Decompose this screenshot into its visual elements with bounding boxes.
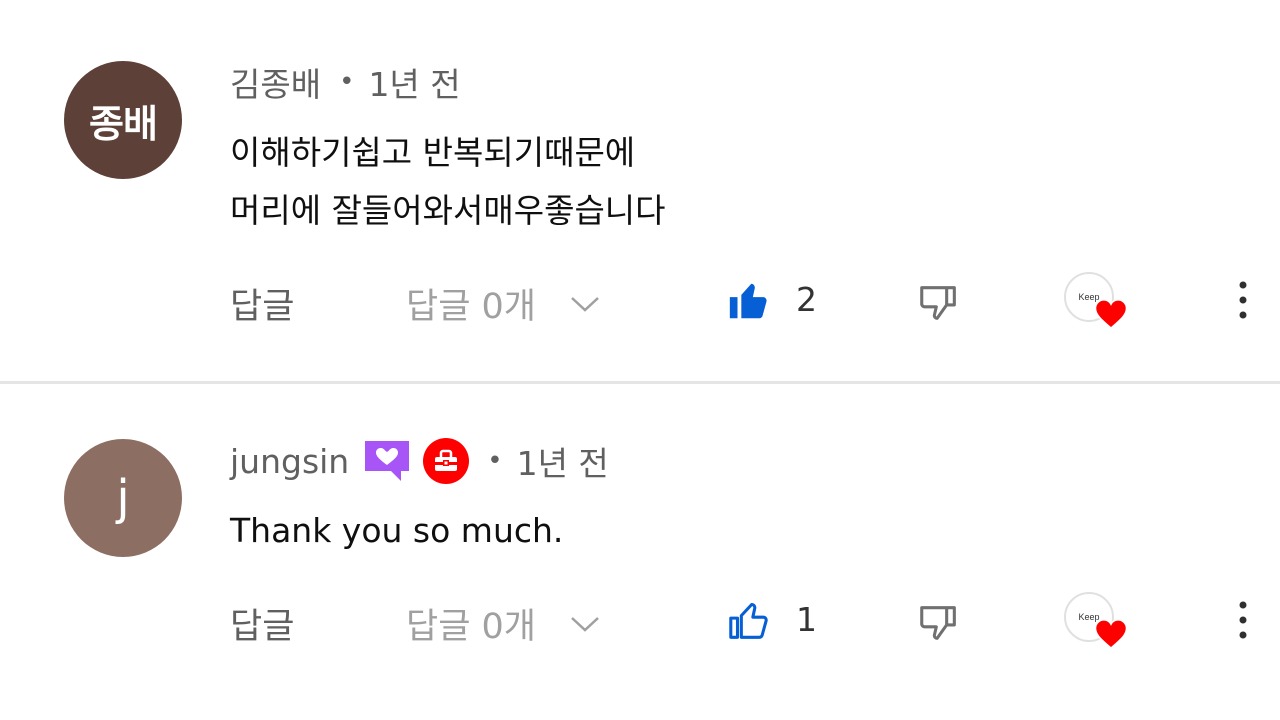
comment-header: 김종배 • 1년 전 bbox=[230, 60, 461, 104]
comment-line: 이해하기쉽고 반복되기때문에 bbox=[230, 133, 636, 172]
heart-icon bbox=[1094, 618, 1128, 650]
avatar[interactable]: 종배 bbox=[64, 61, 182, 179]
gift-icon bbox=[435, 449, 458, 471]
comment-thread: 종배 김종배 • 1년 전 이해하기쉽고 반복되기때문에 머리에 잘들어와서매우… bbox=[0, 0, 1280, 380]
thumb-down-icon[interactable] bbox=[916, 280, 962, 326]
gift-badge-icon[interactable] bbox=[423, 438, 470, 484]
reply-button[interactable]: 답글 bbox=[230, 598, 294, 649]
replies-count-label: 답글 0개 bbox=[406, 607, 536, 647]
creator-heart: Keep bbox=[1064, 272, 1130, 334]
comment-header: jungsin • 1년 전 bbox=[230, 437, 609, 485]
like-count: 2 bbox=[796, 280, 817, 319]
more-vert-icon[interactable] bbox=[1226, 276, 1260, 324]
creator-heart: Keep bbox=[1064, 592, 1130, 654]
chevron-down-icon bbox=[571, 296, 599, 312]
avatar[interactable]: j bbox=[64, 439, 182, 557]
separator: • bbox=[487, 446, 503, 476]
published-time[interactable]: 1년 전 bbox=[517, 437, 609, 485]
member-badge-icon[interactable] bbox=[365, 441, 410, 481]
replies-count-label: 답글 0개 bbox=[406, 287, 536, 327]
heart-icon bbox=[1094, 298, 1128, 330]
comment-text: 이해하기쉽고 반복되기때문에 머리에 잘들어와서매우좋습니다 bbox=[230, 124, 666, 240]
action-toolbar: 답글 답글 0개 2 Keep bbox=[0, 270, 1280, 330]
thumb-down-icon[interactable] bbox=[916, 600, 962, 646]
more-vert-icon[interactable] bbox=[1226, 596, 1260, 644]
reply-button[interactable]: 답글 bbox=[230, 278, 294, 329]
view-replies-button[interactable]: 답글 0개 bbox=[406, 278, 600, 329]
like-count: 1 bbox=[796, 600, 817, 639]
divider bbox=[0, 381, 1280, 384]
comment-line: Thank you so much. bbox=[230, 511, 564, 550]
chevron-down-icon bbox=[571, 616, 599, 632]
comment-line: 머리에 잘들어와서매우좋습니다 bbox=[230, 191, 666, 230]
author-name[interactable]: 김종배 bbox=[230, 58, 321, 106]
view-replies-button[interactable]: 답글 0개 bbox=[406, 598, 600, 649]
comment-thread: j jungsin • 1년 전 Thank you so much. 답글 답… bbox=[0, 386, 1280, 720]
published-time[interactable]: 1년 전 bbox=[368, 58, 460, 106]
thumb-up-icon[interactable] bbox=[726, 278, 772, 324]
comment-text: Thank you so much. bbox=[230, 502, 563, 560]
separator: • bbox=[339, 67, 355, 97]
author-name[interactable]: jungsin bbox=[230, 442, 349, 481]
thumb-up-icon[interactable] bbox=[726, 598, 772, 644]
action-toolbar: 답글 답글 0개 1 Keep bbox=[0, 590, 1280, 650]
